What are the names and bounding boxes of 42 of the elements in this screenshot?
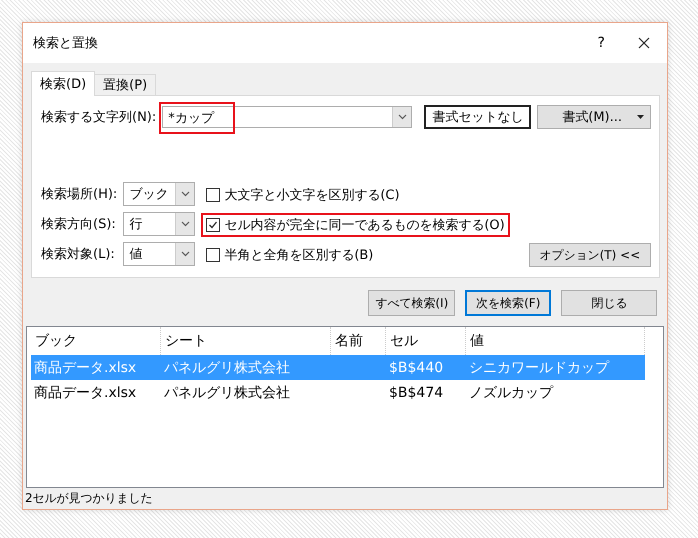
dialog-button[interactable]: すべて検索(I): [368, 290, 456, 316]
table-cell-text: 商品データ.xlsx: [33, 384, 138, 402]
caret-icon: [398, 114, 407, 120]
dialog-button[interactable]: 次を検索(F): [465, 290, 552, 316]
format-button[interactable]: 書式(M)...: [537, 105, 652, 129]
format-preview: 書式セットなし: [424, 105, 532, 129]
table-cell-text: $B$474: [388, 384, 444, 400]
table-cell-text: パネルグリ株式会社: [163, 358, 291, 376]
dropdown-field[interactable]: 値: [123, 242, 196, 266]
caret-icon: [180, 251, 190, 257]
dialog-button[interactable]: 閉じる: [561, 290, 658, 316]
table-cell-text: $B$440: [388, 360, 444, 376]
options-button[interactable]: オプション(T) <<: [528, 243, 652, 267]
checkbox[interactable]: [206, 248, 220, 262]
tab[interactable]: 検索(D): [31, 71, 96, 96]
table-cell-text: 商品データ.xlsx: [33, 358, 138, 376]
caret-icon: [180, 221, 190, 227]
table-cell-text: ノズルカップ: [468, 384, 554, 402]
checkbox-option[interactable]: セル内容が完全に同一であるものを検索する(O): [201, 213, 510, 237]
close-icon: [638, 37, 650, 49]
help-button[interactable]: ?: [581, 35, 622, 51]
dropdown-field[interactable]: ブック: [123, 182, 196, 206]
checkbox[interactable]: [206, 218, 220, 232]
dropdown-field[interactable]: 行: [123, 212, 196, 236]
window-title: 検索と置換: [33, 35, 99, 52]
caret-icon: [637, 115, 644, 119]
tab[interactable]: 置換(P): [94, 74, 156, 96]
option-label: 検索対象(L):: [41, 246, 116, 263]
status-text: 2セルが見つかりました: [25, 490, 153, 507]
dropdown-button[interactable]: [392, 107, 412, 127]
search-field[interactable]: *カップ: [162, 106, 412, 128]
option-label: 検索方向(S):: [41, 216, 117, 233]
checkbox-option[interactable]: 大文字と小文字を区別する(C): [201, 183, 405, 207]
checkbox-option[interactable]: 半角と全角を区別する(B): [201, 243, 378, 267]
table-cell-text: パネルグリ株式会社: [163, 384, 291, 402]
result-row[interactable]: 商品データ.xlsx パネルグリ株式会社 $B$474 ノズルカップ: [31, 380, 646, 405]
checkbox[interactable]: [206, 188, 220, 202]
check-icon: [208, 220, 218, 230]
caret-icon: [180, 191, 190, 197]
option-label: 検索場所(H):: [41, 186, 118, 203]
table-cell-text: シニカワールドカップ: [468, 358, 610, 376]
find-label: 検索する文字列(N):: [41, 109, 156, 126]
